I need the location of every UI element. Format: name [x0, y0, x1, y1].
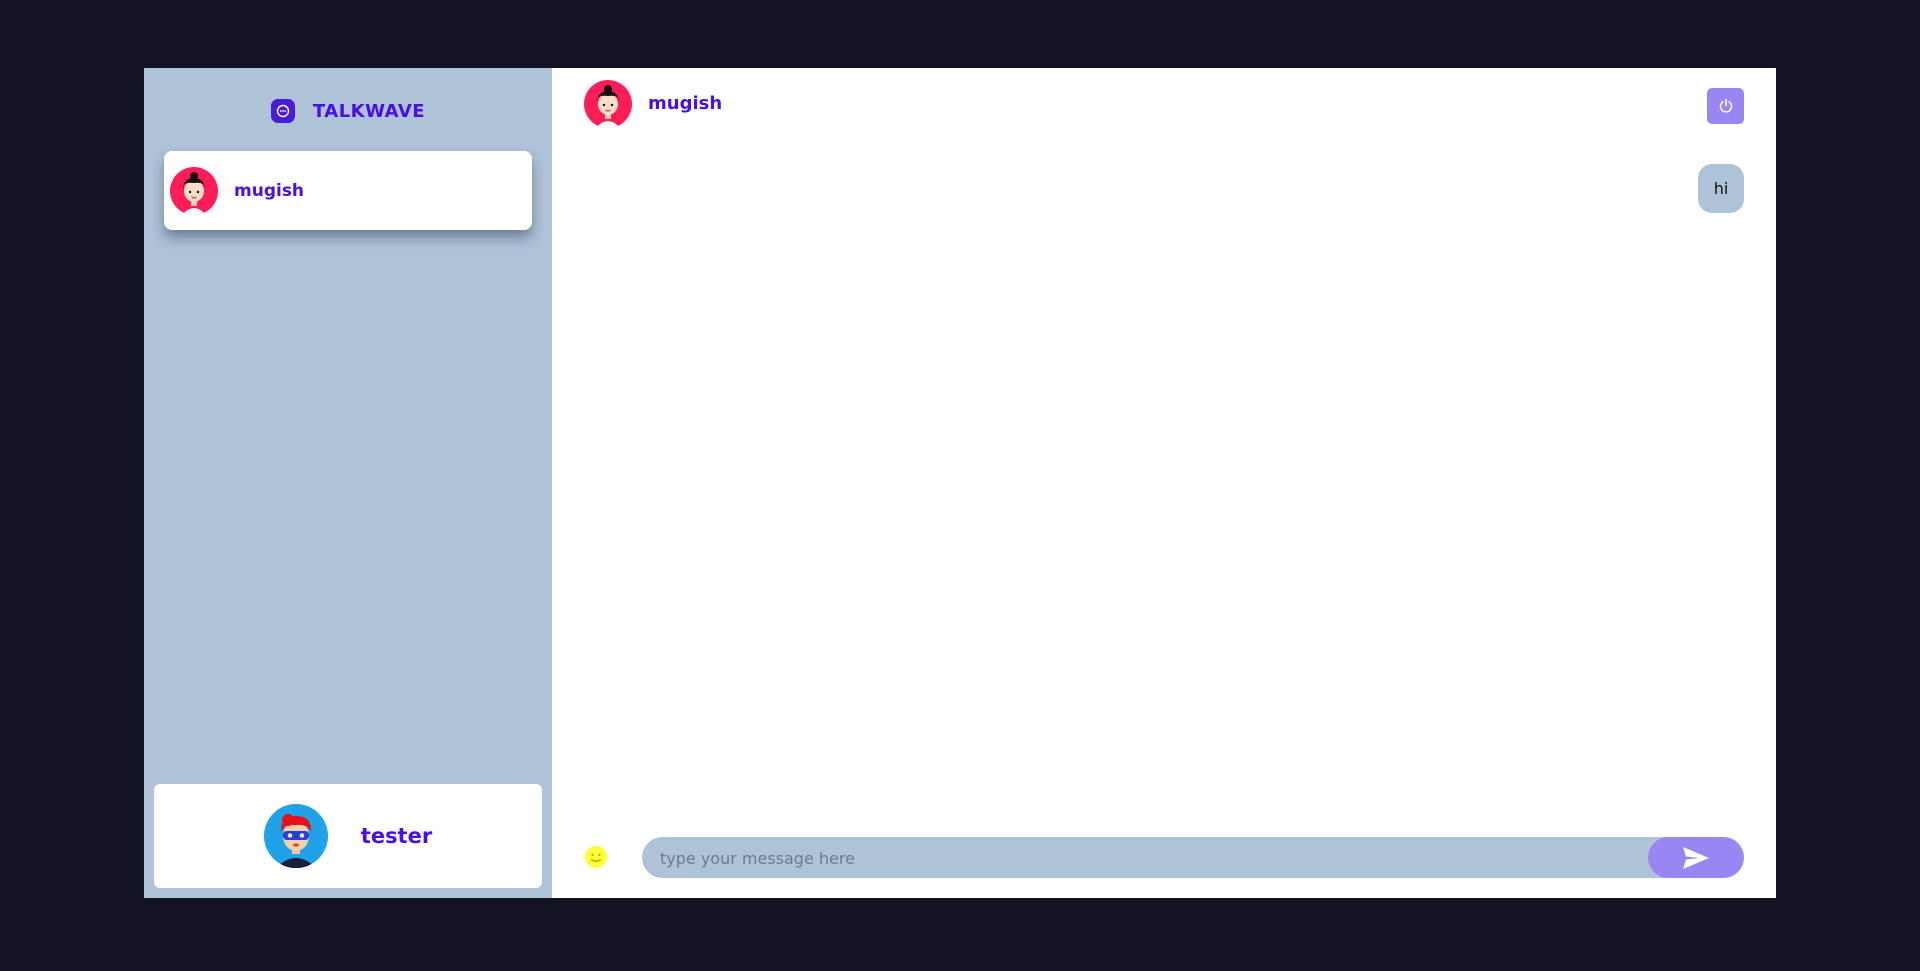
- message-input[interactable]: [658, 837, 1642, 878]
- emoji-button[interactable]: [584, 845, 608, 869]
- logout-button[interactable]: [1707, 88, 1744, 124]
- message-row-sent: hi: [552, 164, 1776, 213]
- message-composer: [552, 837, 1776, 878]
- chat-panel: mugish hi: [552, 68, 1776, 898]
- sidebar: TALKWAVE mugish tester: [144, 68, 552, 898]
- message-list: hi: [552, 164, 1776, 213]
- contact-name: mugish: [234, 180, 305, 201]
- power-icon: [1719, 98, 1732, 113]
- send-icon: [1683, 846, 1709, 869]
- current-user-avatar: [263, 804, 328, 868]
- contact-item-mugish[interactable]: mugish: [164, 151, 532, 230]
- chat-header: mugish: [552, 68, 1776, 148]
- contact-avatar: [170, 166, 218, 215]
- smiley-icon: [585, 846, 607, 868]
- brand: TALKWAVE: [144, 94, 552, 128]
- chat-contact-avatar: [584, 80, 632, 128]
- current-user-card: tester: [154, 784, 542, 888]
- chat-bubble-icon: [270, 99, 295, 123]
- current-user-name: tester: [360, 824, 433, 848]
- chat-contact-name: mugish: [648, 93, 723, 114]
- chat-app: TALKWAVE mugish tester mugish hi type yo…: [144, 68, 1776, 898]
- message-input-container: [642, 837, 1744, 878]
- contact-list: mugish: [164, 151, 532, 230]
- brand-name: TALKWAVE: [312, 100, 426, 122]
- message-bubble: hi: [1698, 164, 1744, 213]
- send-button[interactable]: [1648, 837, 1744, 878]
